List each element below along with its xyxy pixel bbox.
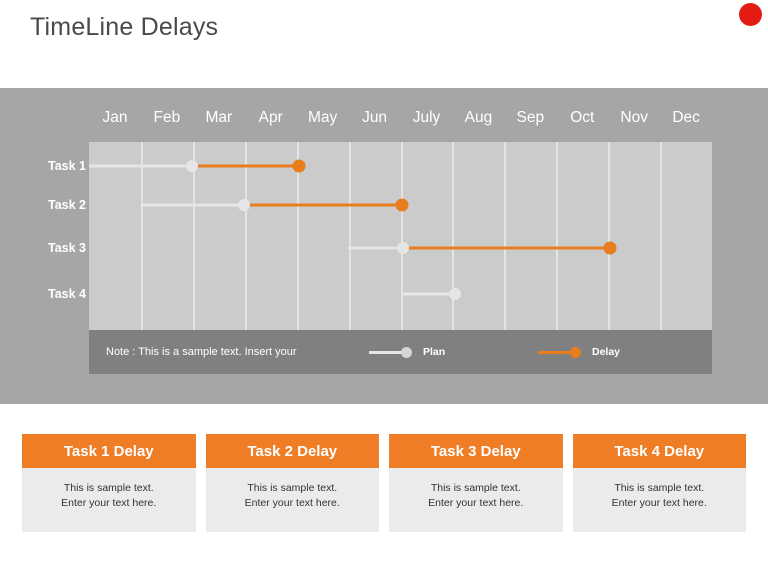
delay-card-line2-3: Enter your text here. <box>428 497 524 509</box>
month-label-may: May <box>308 109 338 126</box>
grid-line-dec <box>660 142 662 330</box>
plan-endpoint-dot-task-4[interactable] <box>449 288 461 300</box>
delay-card-4[interactable]: Task 4 Delay This is sample text. Enter … <box>572 434 746 532</box>
task-label-column: Task 1 Task 2 Task 3 Task 4 <box>20 142 86 330</box>
task-label-2: Task 2 <box>48 198 86 212</box>
delay-card-body-4: This is sample text. Enter your text her… <box>572 468 746 532</box>
delay-card-line1-2: This is sample text. <box>247 482 338 494</box>
delay-card-1[interactable]: Task 1 Delay This is sample text. Enter … <box>22 434 196 532</box>
delay-card-2[interactable]: Task 2 Delay This is sample text. Enter … <box>205 434 379 532</box>
grid-line-feb <box>141 142 143 330</box>
month-label-oct: Oct <box>570 109 595 126</box>
month-label-jun: Jun <box>362 109 388 126</box>
grid-line-sep <box>504 142 506 330</box>
delay-bar-task-1[interactable] <box>191 164 299 168</box>
month-header-row: Jan Feb Mar Apr May Jun July Aug Sep Oct… <box>89 104 712 132</box>
delay-card-line1-4: This is sample text. <box>614 482 705 494</box>
grid-line-jun <box>349 142 351 330</box>
gantt-chart-panel: Jan Feb Mar Apr May Jun July Aug Sep Oct… <box>0 88 768 404</box>
delay-card-body-1: This is sample text. Enter your text her… <box>22 468 196 532</box>
page-header: TimeLine Delays <box>0 0 768 88</box>
legend-item-delay: Delay <box>538 330 620 374</box>
task-label-3: Task 3 <box>48 241 86 255</box>
note-and-legend-bar: Note : This is a sample text. Insert you… <box>89 330 712 374</box>
legend-dot-plan-icon <box>401 346 412 358</box>
legend-item-plan: Plan <box>369 330 445 374</box>
plan-bar-task-4[interactable] <box>402 292 455 296</box>
plan-bar-task-1[interactable] <box>89 164 192 168</box>
legend-label-plan: Plan <box>423 346 446 358</box>
delay-bar-task-2[interactable] <box>244 203 402 207</box>
delay-endpoint-dot-task-3[interactable] <box>603 241 617 255</box>
month-label-dec: Dec <box>672 109 700 126</box>
delay-card-title-4: Task 4 Delay <box>572 434 746 468</box>
legend-line-delay-icon <box>538 350 574 354</box>
plan-endpoint-dot-task-3[interactable] <box>396 242 409 254</box>
delay-card-line1-3: This is sample text. <box>430 482 521 494</box>
grid-line-oct <box>556 142 558 330</box>
delay-card-line2-4: Enter your text here. <box>611 497 707 509</box>
month-label-mar: Mar <box>205 109 233 126</box>
delay-cards-row: Task 1 Delay This is sample text. Enter … <box>22 434 746 532</box>
legend-label-delay: Delay <box>592 346 621 358</box>
delay-card-line2-2: Enter your text here. <box>244 497 340 509</box>
month-label-jan: Jan <box>102 109 128 126</box>
gantt-plot-area <box>89 142 712 330</box>
note-text: Note : This is a sample text. Insert you… <box>106 346 297 358</box>
month-label-aug: Aug <box>464 109 493 126</box>
delay-bar-task-3[interactable] <box>402 246 610 250</box>
delay-card-body-2: This is sample text. Enter your text her… <box>205 468 379 532</box>
grid-line-aug <box>452 142 454 330</box>
plan-endpoint-dot-task-2[interactable] <box>238 199 250 211</box>
plan-bar-task-3[interactable] <box>347 246 403 250</box>
delay-card-line1-1: This is sample text. <box>63 482 154 494</box>
month-label-apr: Apr <box>258 109 283 126</box>
page-title: TimeLine Delays <box>30 13 219 41</box>
legend-line-plan-icon <box>369 350 405 354</box>
month-label-nov: Nov <box>620 109 648 126</box>
delay-card-title-1: Task 1 Delay <box>22 434 196 468</box>
grid-line-july <box>401 142 403 330</box>
record-indicator-icon <box>739 3 762 26</box>
delay-card-line2-1: Enter your text here. <box>61 497 157 509</box>
month-label-sep: Sep <box>516 109 545 126</box>
delay-endpoint-dot-task-2[interactable] <box>395 198 409 212</box>
task-label-1: Task 1 <box>48 159 86 173</box>
delay-card-title-2: Task 2 Delay <box>205 434 379 468</box>
month-label-july: July <box>412 109 441 126</box>
plan-bar-task-2[interactable] <box>141 203 244 207</box>
plan-endpoint-dot-task-1[interactable] <box>185 160 198 172</box>
delay-card-body-3: This is sample text. Enter your text her… <box>389 468 563 532</box>
grid-line-nov <box>608 142 610 330</box>
month-label-feb: Feb <box>153 109 181 126</box>
delay-card-title-3: Task 3 Delay <box>389 434 563 468</box>
legend-dot-delay-icon <box>570 346 581 358</box>
delay-card-3[interactable]: Task 3 Delay This is sample text. Enter … <box>389 434 563 532</box>
delay-endpoint-dot-task-1[interactable] <box>292 159 306 173</box>
grid-line-apr <box>245 142 247 330</box>
task-label-4: Task 4 <box>48 287 86 301</box>
